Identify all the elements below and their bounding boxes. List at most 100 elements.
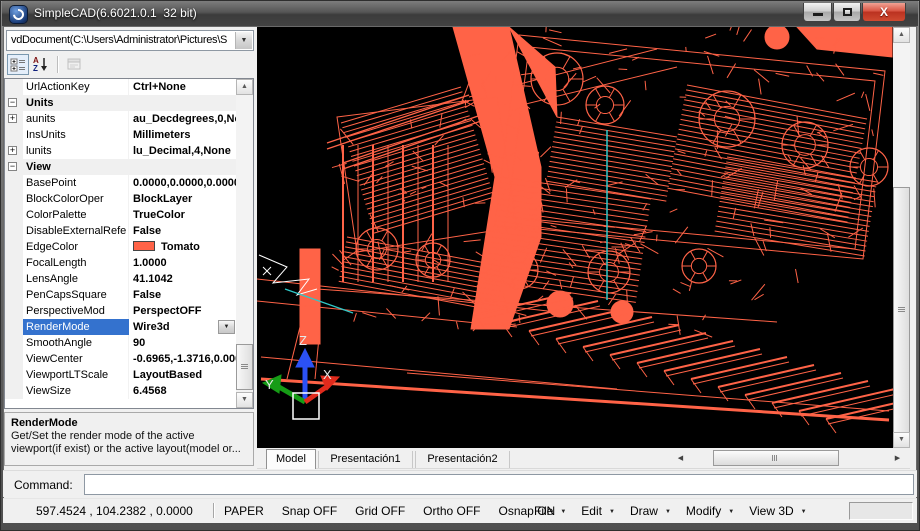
property-value[interactable]: LayoutBased xyxy=(129,367,236,383)
property-name[interactable]: SmoothAngle xyxy=(23,335,129,351)
scroll-right-button[interactable]: ▶ xyxy=(889,450,906,467)
close-button[interactable]: X xyxy=(862,3,906,22)
menu-modify[interactable]: Modify▼ xyxy=(686,504,734,518)
property-name[interactable]: UrlActionKey xyxy=(23,79,129,95)
property-value[interactable]: 41.1042 xyxy=(129,271,236,287)
menu-view-3d[interactable]: View 3D▼ xyxy=(749,504,806,518)
property-row-smoothangle[interactable]: SmoothAngle90 xyxy=(5,335,236,351)
property-name[interactable]: ColorPalette xyxy=(23,207,129,223)
property-name[interactable]: aunits xyxy=(23,111,129,127)
scroll-left-button[interactable]: ◀ xyxy=(672,450,689,467)
command-input[interactable] xyxy=(84,474,914,495)
property-value[interactable]: 90 xyxy=(129,335,236,351)
category-row-view[interactable]: −View xyxy=(5,159,236,175)
scroll-down-button[interactable]: ▼ xyxy=(236,392,253,408)
property-row-insunits[interactable]: InsUnitsMillimeters xyxy=(5,127,236,143)
property-row-rendermode[interactable]: RenderModeWire3d▼ xyxy=(5,319,236,335)
menu-draw[interactable]: Draw▼ xyxy=(630,504,671,518)
property-value[interactable]: Ctrl+None xyxy=(129,79,236,95)
property-value[interactable]: BlockLayer xyxy=(129,191,236,207)
property-row-colorpalette[interactable]: ColorPaletteTrueColor xyxy=(5,207,236,223)
property-name[interactable]: RenderMode xyxy=(23,319,129,335)
expand-icon[interactable]: + xyxy=(8,114,17,123)
property-row-disableexternalrefe[interactable]: DisableExternalRefeFalse xyxy=(5,223,236,239)
row-gutter xyxy=(5,303,23,319)
horizontal-scrollbar-thumb[interactable] xyxy=(713,450,839,466)
property-row-viewsize[interactable]: ViewSize6.4568 xyxy=(5,383,236,399)
maximize-button[interactable] xyxy=(833,3,861,22)
alphabetical-sort-button[interactable]: A Z xyxy=(30,54,52,75)
property-name[interactable]: ViewportLTScale xyxy=(23,367,129,383)
property-value[interactable]: 0.0000,0.0000,0.0000 xyxy=(129,175,236,191)
property-name[interactable]: EdgeColor xyxy=(23,239,129,255)
property-row-basepoint[interactable]: BasePoint0.0000,0.0000,0.0000 xyxy=(5,175,236,191)
property-name[interactable]: InsUnits xyxy=(23,127,129,143)
status-toggle-grid-off[interactable]: Grid OFF xyxy=(355,504,405,518)
title-bar[interactable]: SimpleCAD(6.6021.0.1 32 bit) X xyxy=(2,1,918,26)
minimize-button[interactable] xyxy=(803,3,832,22)
property-value[interactable]: TrueColor xyxy=(129,207,236,223)
drawing-canvas[interactable]: ZXY xyxy=(257,27,893,448)
property-value[interactable]: 6.4568 xyxy=(129,383,236,399)
property-value[interactable]: 1.0000 xyxy=(129,255,236,271)
property-value[interactable]: Tomato xyxy=(129,239,236,255)
property-row-blockcoloroper[interactable]: BlockColorOperBlockLayer xyxy=(5,191,236,207)
scrollbar-thumb[interactable] xyxy=(236,344,253,390)
property-row-viewcenter[interactable]: ViewCenter-0.6965,-1.3716,0.0000 xyxy=(5,351,236,367)
expand-icon[interactable]: + xyxy=(8,146,17,155)
value-dropdown-button[interactable]: ▼ xyxy=(218,320,235,334)
property-row-perspectivemod[interactable]: PerspectiveModPerspectOFF xyxy=(5,303,236,319)
scrollbar-thumb[interactable] xyxy=(893,187,910,433)
property-row-lunits[interactable]: + lunitslu_Decimal,4,None xyxy=(5,143,236,159)
property-pages-button[interactable] xyxy=(63,54,85,75)
scroll-up-button[interactable]: ▲ xyxy=(893,27,910,43)
svg-text:Z: Z xyxy=(299,333,307,348)
menu-edit[interactable]: Edit▼ xyxy=(581,504,615,518)
document-combobox[interactable]: vdDocument(C:\Users\Administrator\Pictur… xyxy=(6,30,254,51)
collapse-icon[interactable]: − xyxy=(8,162,17,171)
scroll-down-button[interactable]: ▼ xyxy=(893,432,910,448)
property-value[interactable]: False xyxy=(129,223,236,239)
toolbar-separator xyxy=(57,56,58,73)
property-name[interactable]: PerspectiveMod xyxy=(23,303,129,319)
property-value[interactable]: PerspectOFF xyxy=(129,303,236,319)
property-row-viewportltscale[interactable]: ViewportLTScaleLayoutBased xyxy=(5,367,236,383)
property-name[interactable]: lunits xyxy=(23,143,129,159)
tab-presentacin2[interactable]: Presentación2 xyxy=(415,451,510,468)
property-value[interactable]: Millimeters xyxy=(129,127,236,143)
property-value[interactable]: lu_Decimal,4,None xyxy=(129,143,236,159)
status-toggle-ortho-off[interactable]: Ortho OFF xyxy=(423,504,480,518)
row-gutter: − xyxy=(5,159,23,175)
collapse-icon[interactable]: − xyxy=(8,98,17,107)
property-name[interactable]: BlockColorOper xyxy=(23,191,129,207)
property-name[interactable]: PenCapsSquare xyxy=(23,287,129,303)
property-row-pencapssquare[interactable]: PenCapsSquareFalse xyxy=(5,287,236,303)
categorized-button[interactable] xyxy=(7,54,29,75)
application-window: SimpleCAD(6.6021.0.1 32 bit) X vdDocumen… xyxy=(0,0,920,531)
property-name[interactable]: ViewCenter xyxy=(23,351,129,367)
status-toggle-snap-off[interactable]: Snap OFF xyxy=(282,504,337,518)
scroll-up-button[interactable]: ▲ xyxy=(236,79,253,95)
property-value[interactable]: au_Decdegrees,0,None xyxy=(129,111,236,127)
property-row-lensangle[interactable]: LensAngle41.1042 xyxy=(5,271,236,287)
menu-file[interactable]: File▼ xyxy=(534,504,566,518)
property-name[interactable]: ViewSize xyxy=(23,383,129,399)
property-name[interactable]: BasePoint xyxy=(23,175,129,191)
property-name[interactable]: DisableExternalRefe xyxy=(23,223,129,239)
property-name[interactable]: LensAngle xyxy=(23,271,129,287)
property-row-urlactionkey[interactable]: UrlActionKeyCtrl+None xyxy=(5,79,236,95)
tab-presentacin1[interactable]: Presentación1 xyxy=(318,451,413,468)
viewport-vertical-scrollbar[interactable]: ▲ ▼ xyxy=(893,27,910,448)
property-grid-scrollbar[interactable]: ▲ ▼ xyxy=(236,79,253,408)
chevron-down-icon[interactable]: ▼ xyxy=(235,32,252,49)
property-name[interactable]: FocalLength xyxy=(23,255,129,271)
property-value[interactable]: False xyxy=(129,287,236,303)
property-value[interactable]: -0.6965,-1.3716,0.0000 xyxy=(129,351,236,367)
property-row-edgecolor[interactable]: EdgeColorTomato xyxy=(5,239,236,255)
property-row-focallength[interactable]: FocalLength1.0000 xyxy=(5,255,236,271)
category-row-units[interactable]: −Units xyxy=(5,95,236,111)
property-value[interactable]: Wire3d▼ xyxy=(129,319,236,335)
tab-model[interactable]: Model xyxy=(266,449,316,469)
property-row-aunits[interactable]: + aunitsau_Decdegrees,0,None xyxy=(5,111,236,127)
status-toggle-paper[interactable]: PAPER xyxy=(224,504,264,518)
